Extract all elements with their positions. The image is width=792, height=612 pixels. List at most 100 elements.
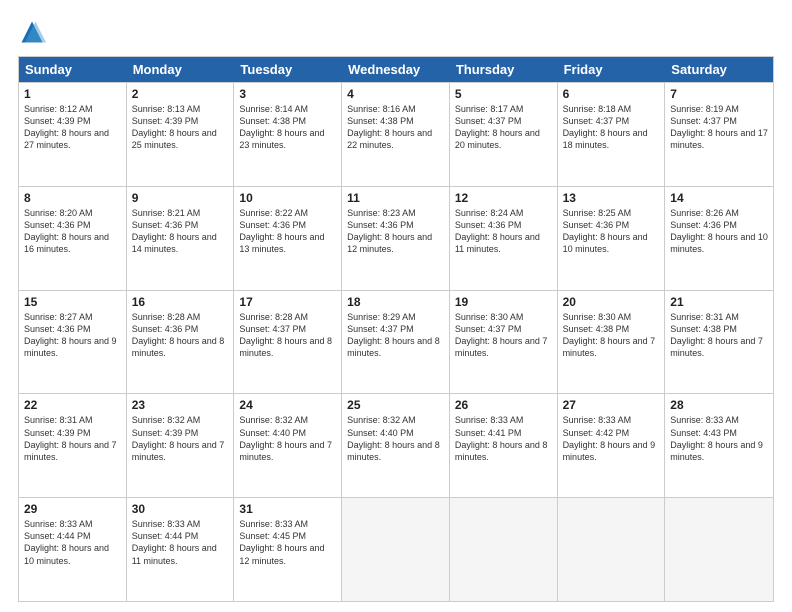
cell-info: Sunrise: 8:33 AMSunset: 4:45 PMDaylight:… [239, 519, 324, 565]
calendar-cell [665, 498, 773, 601]
day-number: 25 [347, 398, 444, 412]
page-header [18, 18, 774, 46]
cell-info: Sunrise: 8:20 AMSunset: 4:36 PMDaylight:… [24, 208, 109, 254]
day-number: 1 [24, 87, 121, 101]
cell-info: Sunrise: 8:33 AMSunset: 4:44 PMDaylight:… [24, 519, 109, 565]
header-day-thursday: Thursday [450, 57, 558, 82]
header-day-monday: Monday [127, 57, 235, 82]
day-number: 26 [455, 398, 552, 412]
cell-info: Sunrise: 8:19 AMSunset: 4:37 PMDaylight:… [670, 104, 768, 150]
day-number: 19 [455, 295, 552, 309]
cell-info: Sunrise: 8:30 AMSunset: 4:38 PMDaylight:… [563, 312, 656, 358]
header-day-saturday: Saturday [665, 57, 773, 82]
header-day-friday: Friday [558, 57, 666, 82]
day-number: 27 [563, 398, 660, 412]
calendar-body: 1 Sunrise: 8:12 AMSunset: 4:39 PMDayligh… [19, 82, 773, 601]
calendar-cell: 15 Sunrise: 8:27 AMSunset: 4:36 PMDaylig… [19, 291, 127, 394]
day-number: 28 [670, 398, 768, 412]
day-number: 22 [24, 398, 121, 412]
header-day-wednesday: Wednesday [342, 57, 450, 82]
cell-info: Sunrise: 8:30 AMSunset: 4:37 PMDaylight:… [455, 312, 548, 358]
calendar-row-2: 8 Sunrise: 8:20 AMSunset: 4:36 PMDayligh… [19, 186, 773, 290]
calendar-cell: 10 Sunrise: 8:22 AMSunset: 4:36 PMDaylig… [234, 187, 342, 290]
calendar-row-5: 29 Sunrise: 8:33 AMSunset: 4:44 PMDaylig… [19, 497, 773, 601]
header-day-tuesday: Tuesday [234, 57, 342, 82]
day-number: 7 [670, 87, 768, 101]
cell-info: Sunrise: 8:22 AMSunset: 4:36 PMDaylight:… [239, 208, 324, 254]
calendar-cell: 4 Sunrise: 8:16 AMSunset: 4:38 PMDayligh… [342, 83, 450, 186]
day-number: 5 [455, 87, 552, 101]
cell-info: Sunrise: 8:16 AMSunset: 4:38 PMDaylight:… [347, 104, 432, 150]
cell-info: Sunrise: 8:23 AMSunset: 4:36 PMDaylight:… [347, 208, 432, 254]
calendar-cell: 8 Sunrise: 8:20 AMSunset: 4:36 PMDayligh… [19, 187, 127, 290]
calendar-cell: 19 Sunrise: 8:30 AMSunset: 4:37 PMDaylig… [450, 291, 558, 394]
cell-info: Sunrise: 8:32 AMSunset: 4:39 PMDaylight:… [132, 415, 225, 461]
day-number: 4 [347, 87, 444, 101]
day-number: 9 [132, 191, 229, 205]
cell-info: Sunrise: 8:28 AMSunset: 4:36 PMDaylight:… [132, 312, 225, 358]
calendar-cell: 17 Sunrise: 8:28 AMSunset: 4:37 PMDaylig… [234, 291, 342, 394]
calendar-cell: 29 Sunrise: 8:33 AMSunset: 4:44 PMDaylig… [19, 498, 127, 601]
calendar-cell [342, 498, 450, 601]
calendar-cell: 22 Sunrise: 8:31 AMSunset: 4:39 PMDaylig… [19, 394, 127, 497]
calendar-cell: 21 Sunrise: 8:31 AMSunset: 4:38 PMDaylig… [665, 291, 773, 394]
calendar-cell: 9 Sunrise: 8:21 AMSunset: 4:36 PMDayligh… [127, 187, 235, 290]
day-number: 11 [347, 191, 444, 205]
calendar-cell: 13 Sunrise: 8:25 AMSunset: 4:36 PMDaylig… [558, 187, 666, 290]
day-number: 20 [563, 295, 660, 309]
day-number: 15 [24, 295, 121, 309]
calendar-cell: 30 Sunrise: 8:33 AMSunset: 4:44 PMDaylig… [127, 498, 235, 601]
calendar-cell: 18 Sunrise: 8:29 AMSunset: 4:37 PMDaylig… [342, 291, 450, 394]
calendar-cell: 14 Sunrise: 8:26 AMSunset: 4:36 PMDaylig… [665, 187, 773, 290]
day-number: 18 [347, 295, 444, 309]
cell-info: Sunrise: 8:29 AMSunset: 4:37 PMDaylight:… [347, 312, 440, 358]
day-number: 13 [563, 191, 660, 205]
day-number: 12 [455, 191, 552, 205]
calendar-cell: 25 Sunrise: 8:32 AMSunset: 4:40 PMDaylig… [342, 394, 450, 497]
cell-info: Sunrise: 8:13 AMSunset: 4:39 PMDaylight:… [132, 104, 217, 150]
calendar-cell: 2 Sunrise: 8:13 AMSunset: 4:39 PMDayligh… [127, 83, 235, 186]
cell-info: Sunrise: 8:31 AMSunset: 4:39 PMDaylight:… [24, 415, 117, 461]
cell-info: Sunrise: 8:18 AMSunset: 4:37 PMDaylight:… [563, 104, 648, 150]
cell-info: Sunrise: 8:33 AMSunset: 4:43 PMDaylight:… [670, 415, 763, 461]
cell-info: Sunrise: 8:25 AMSunset: 4:36 PMDaylight:… [563, 208, 648, 254]
day-number: 8 [24, 191, 121, 205]
calendar-cell: 7 Sunrise: 8:19 AMSunset: 4:37 PMDayligh… [665, 83, 773, 186]
cell-info: Sunrise: 8:33 AMSunset: 4:41 PMDaylight:… [455, 415, 548, 461]
calendar-cell: 12 Sunrise: 8:24 AMSunset: 4:36 PMDaylig… [450, 187, 558, 290]
calendar-cell: 31 Sunrise: 8:33 AMSunset: 4:45 PMDaylig… [234, 498, 342, 601]
calendar-cell: 6 Sunrise: 8:18 AMSunset: 4:37 PMDayligh… [558, 83, 666, 186]
cell-info: Sunrise: 8:27 AMSunset: 4:36 PMDaylight:… [24, 312, 117, 358]
calendar-cell: 5 Sunrise: 8:17 AMSunset: 4:37 PMDayligh… [450, 83, 558, 186]
day-number: 6 [563, 87, 660, 101]
day-number: 17 [239, 295, 336, 309]
calendar-cell: 3 Sunrise: 8:14 AMSunset: 4:38 PMDayligh… [234, 83, 342, 186]
cell-info: Sunrise: 8:33 AMSunset: 4:44 PMDaylight:… [132, 519, 217, 565]
calendar-cell [450, 498, 558, 601]
cell-info: Sunrise: 8:24 AMSunset: 4:36 PMDaylight:… [455, 208, 540, 254]
calendar-row-4: 22 Sunrise: 8:31 AMSunset: 4:39 PMDaylig… [19, 393, 773, 497]
cell-info: Sunrise: 8:32 AMSunset: 4:40 PMDaylight:… [239, 415, 332, 461]
cell-info: Sunrise: 8:32 AMSunset: 4:40 PMDaylight:… [347, 415, 440, 461]
day-number: 10 [239, 191, 336, 205]
calendar-header: SundayMondayTuesdayWednesdayThursdayFrid… [19, 57, 773, 82]
day-number: 24 [239, 398, 336, 412]
day-number: 21 [670, 295, 768, 309]
day-number: 14 [670, 191, 768, 205]
cell-info: Sunrise: 8:17 AMSunset: 4:37 PMDaylight:… [455, 104, 540, 150]
day-number: 23 [132, 398, 229, 412]
calendar-row-3: 15 Sunrise: 8:27 AMSunset: 4:36 PMDaylig… [19, 290, 773, 394]
calendar-cell: 23 Sunrise: 8:32 AMSunset: 4:39 PMDaylig… [127, 394, 235, 497]
calendar-cell: 24 Sunrise: 8:32 AMSunset: 4:40 PMDaylig… [234, 394, 342, 497]
calendar-cell: 1 Sunrise: 8:12 AMSunset: 4:39 PMDayligh… [19, 83, 127, 186]
cell-info: Sunrise: 8:12 AMSunset: 4:39 PMDaylight:… [24, 104, 109, 150]
cell-info: Sunrise: 8:28 AMSunset: 4:37 PMDaylight:… [239, 312, 332, 358]
header-day-sunday: Sunday [19, 57, 127, 82]
calendar: SundayMondayTuesdayWednesdayThursdayFrid… [18, 56, 774, 602]
calendar-cell: 27 Sunrise: 8:33 AMSunset: 4:42 PMDaylig… [558, 394, 666, 497]
calendar-cell: 28 Sunrise: 8:33 AMSunset: 4:43 PMDaylig… [665, 394, 773, 497]
day-number: 2 [132, 87, 229, 101]
calendar-cell: 11 Sunrise: 8:23 AMSunset: 4:36 PMDaylig… [342, 187, 450, 290]
day-number: 30 [132, 502, 229, 516]
cell-info: Sunrise: 8:33 AMSunset: 4:42 PMDaylight:… [563, 415, 656, 461]
